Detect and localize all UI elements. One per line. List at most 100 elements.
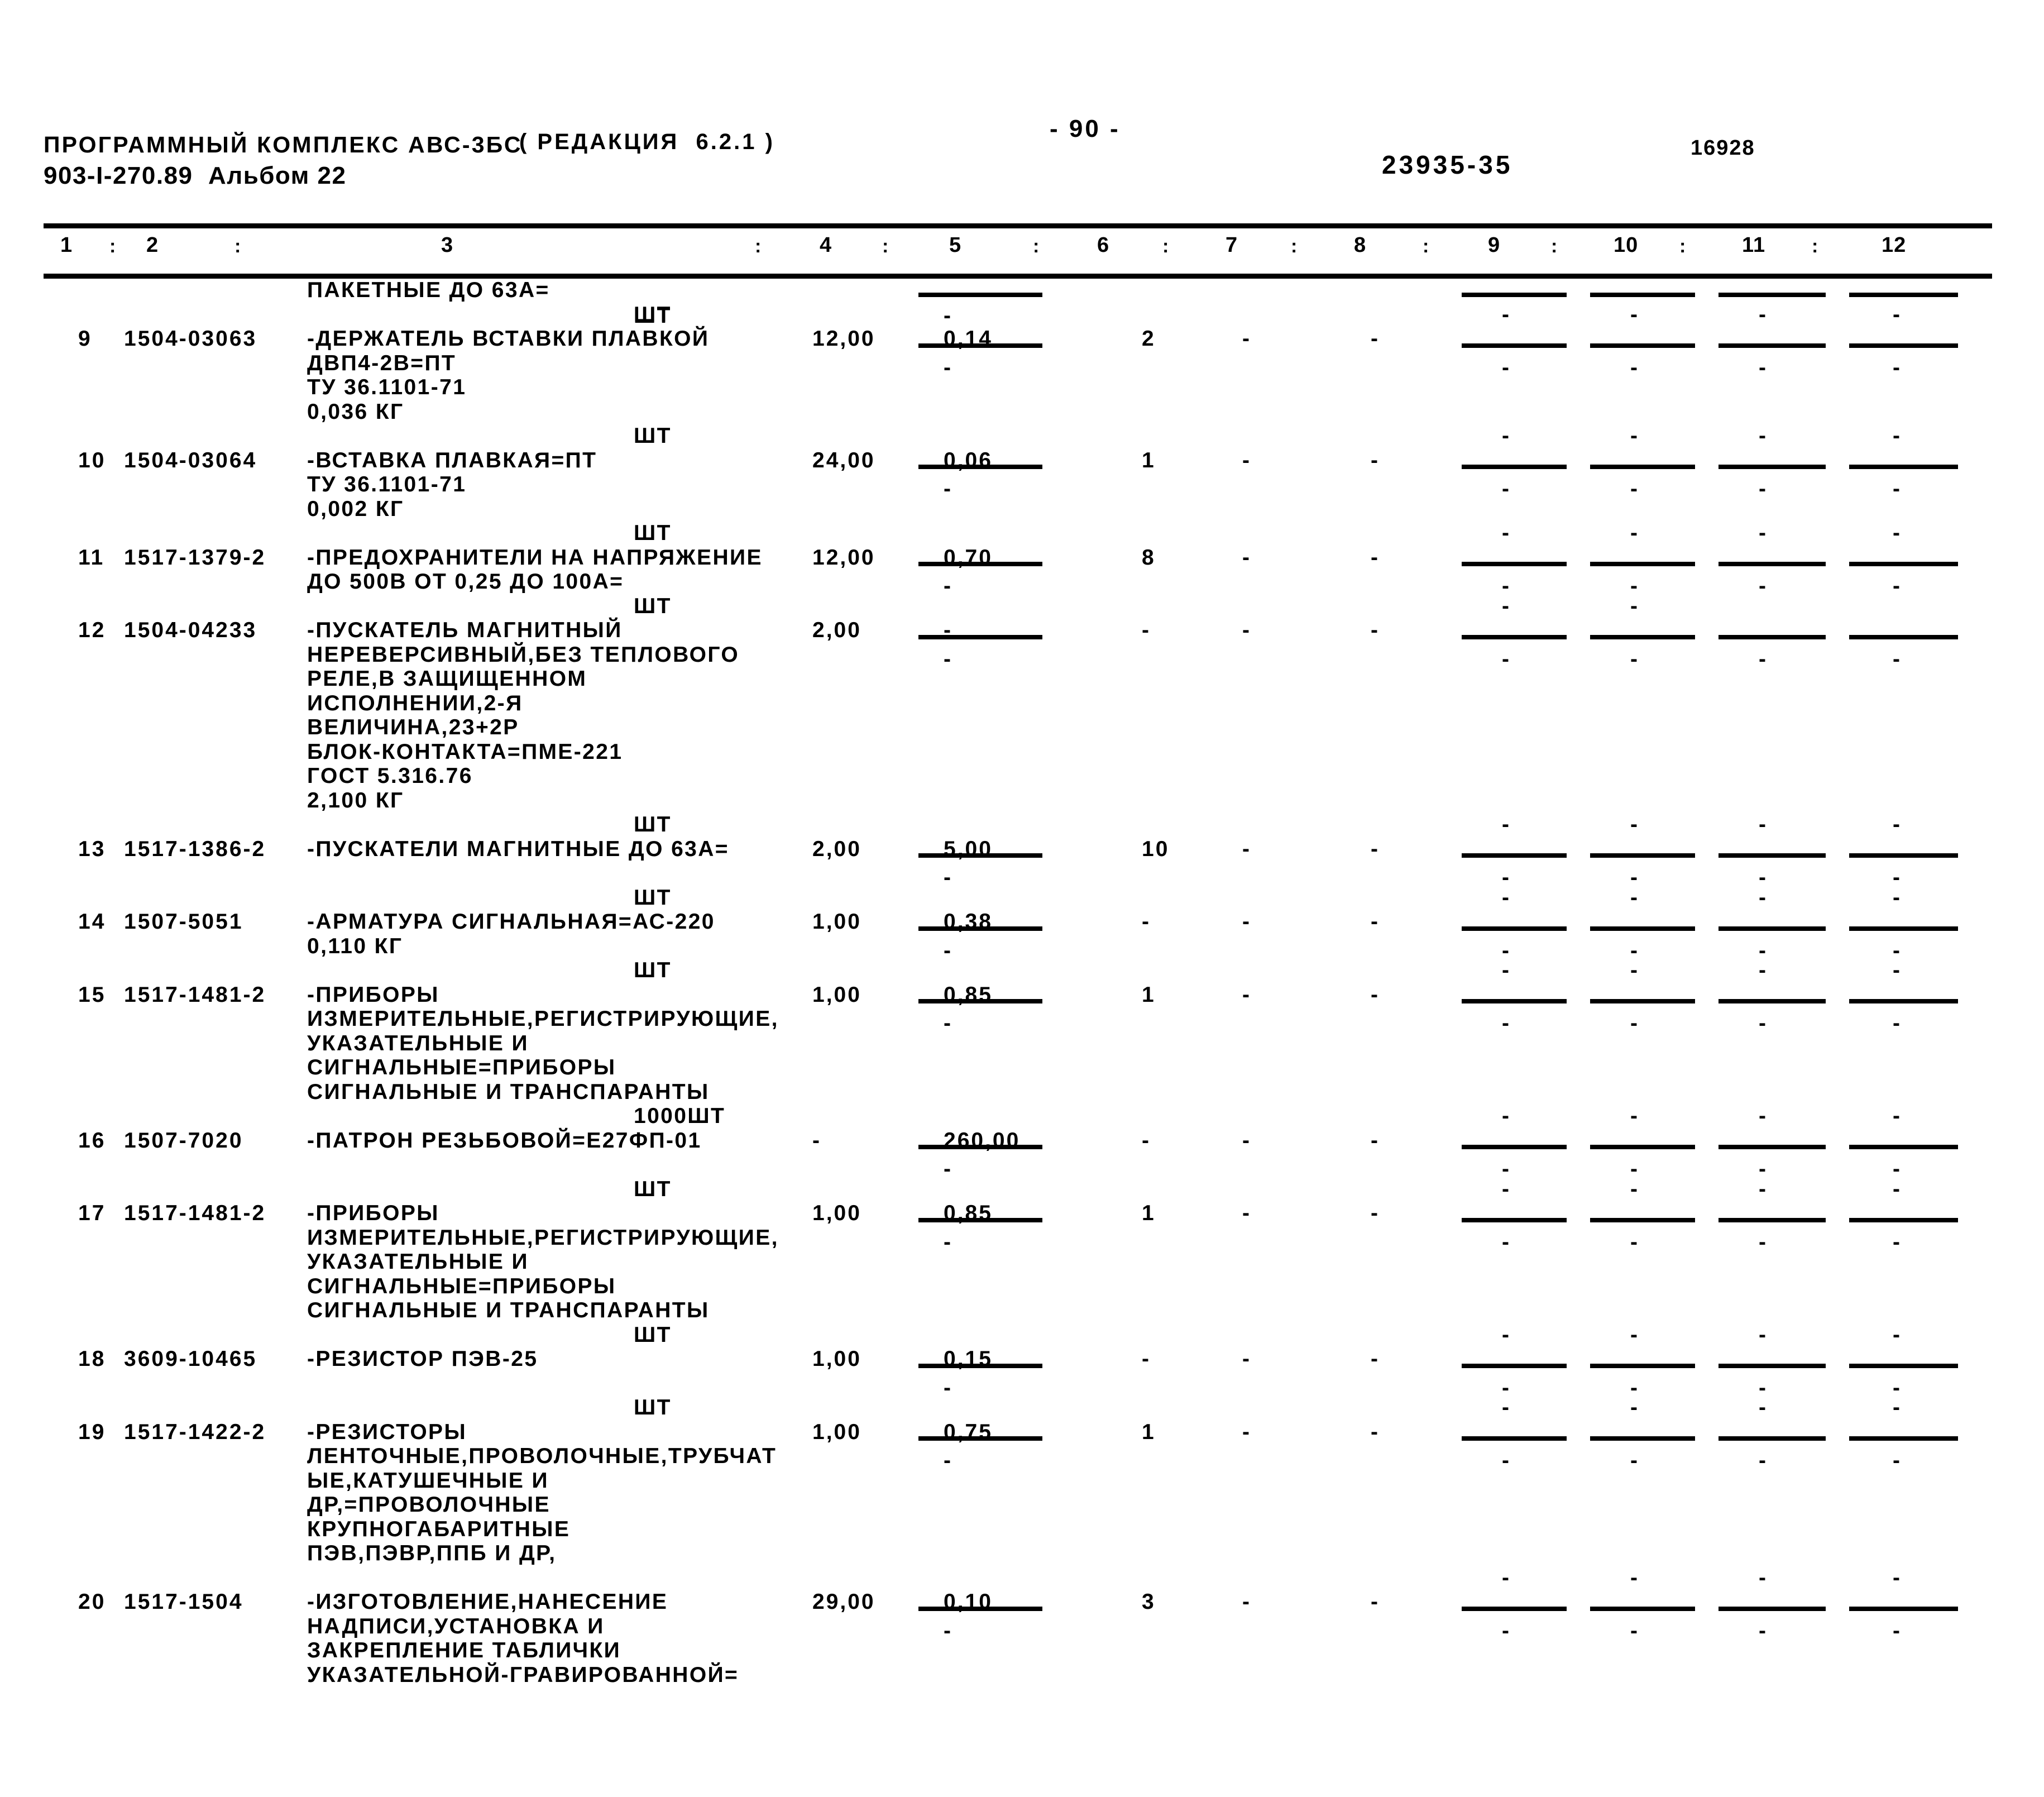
table-row-description: 0,036 КГ bbox=[307, 399, 404, 424]
row-col6-value: - bbox=[1142, 618, 1151, 642]
col12-dashrule bbox=[1849, 1145, 1958, 1149]
col10-dash: - bbox=[1630, 355, 1639, 380]
row-col6-value: - bbox=[1142, 910, 1151, 934]
col12-dashrule bbox=[1849, 853, 1958, 858]
row-unit: ШТ bbox=[634, 302, 672, 327]
table-row-description: НЕРЕВЕРСИВНЫЙ,БЕЗ ТЕПЛОВОГО bbox=[307, 642, 740, 667]
col5-dashrule bbox=[918, 634, 1042, 639]
table-row-description: -ПРЕДОХРАНИТЕЛИ НА НАПРЯЖЕНИЕ bbox=[307, 545, 763, 570]
col11-dashrule bbox=[1719, 343, 1826, 348]
column-separator: : bbox=[1423, 236, 1429, 257]
table-row-description: УКАЗАТЕЛЬНЫЕ И bbox=[307, 1031, 529, 1055]
document-code: 903-I-270.89 Альбом 22 bbox=[44, 162, 347, 189]
row-code: 1517-1504 bbox=[124, 1590, 243, 1614]
row-col11-value: - bbox=[1759, 885, 1768, 910]
table-row-description: ДО 500В ОТ 0,25 ДО 100А= bbox=[307, 570, 624, 594]
row-code: 3609-10465 bbox=[124, 1347, 257, 1371]
table-row-description: БЛОК-КОНТАКТА=ПМЕ-221 bbox=[307, 739, 623, 764]
row-position: 17 bbox=[78, 1201, 106, 1225]
row-col10-value: - bbox=[1630, 521, 1639, 545]
column-separator: : bbox=[1679, 236, 1686, 257]
row-col10-value: - bbox=[1630, 424, 1639, 448]
row-col10-value: - bbox=[1630, 1565, 1639, 1590]
table-row-description: УКАЗАТЕЛЬНОЙ-ГРАВИРОВАННОЙ= bbox=[307, 1662, 739, 1687]
col11-dashrule bbox=[1719, 293, 1826, 297]
document-id: 16928 bbox=[1691, 136, 1755, 160]
col12-dash: - bbox=[1893, 355, 1902, 380]
row-col11-value: - bbox=[1759, 1104, 1768, 1128]
row-col9-value: - bbox=[1502, 885, 1511, 910]
page-header: ПРОГРАММНЫЙ КОМПЛЕКС АВС-3БС 903-I-270.8… bbox=[0, 0, 2044, 212]
row-position: 12 bbox=[78, 618, 106, 642]
row-position: 15 bbox=[78, 982, 106, 1007]
row-col11-value: - bbox=[1759, 424, 1768, 448]
table-row-description: -РЕЗИСТОРЫ bbox=[307, 1420, 467, 1444]
table-row-description: СИГНАЛЬНЫЕ=ПРИБОРЫ bbox=[307, 1055, 616, 1079]
table-row-description: ИЗМЕРИТЕЛЬНЫЕ,РЕГИСТРИРУЮЩИЕ, bbox=[307, 1225, 779, 1250]
row-unit: ШТ bbox=[634, 885, 672, 910]
col9-dash: - bbox=[1502, 1449, 1511, 1473]
table-row-description: ГОСТ 5.316.76 bbox=[307, 764, 473, 788]
row-col10-value: - bbox=[1630, 302, 1639, 327]
row-code: 1504-03063 bbox=[124, 327, 257, 351]
column-header-2: 2 bbox=[146, 233, 159, 257]
table-row-description: -ПУСКАТЕЛЬ МАГНИТНЫЙ bbox=[307, 618, 623, 642]
col11-dashrule bbox=[1719, 634, 1826, 639]
row-col7-value: - bbox=[1242, 910, 1251, 934]
col5-dash: - bbox=[944, 1449, 952, 1473]
row-position: 19 bbox=[78, 1420, 106, 1444]
table-row-description: ИСПОЛНЕНИИ,2-Я bbox=[307, 691, 523, 715]
table-row-description: -АРМАТУРА СИГНАЛЬНАЯ=АС-220 bbox=[307, 910, 715, 934]
col9-dashrule bbox=[1462, 1217, 1567, 1222]
row-code: 1504-04233 bbox=[124, 618, 257, 642]
col9-dashrule bbox=[1462, 1363, 1567, 1368]
row-col7-value: - bbox=[1242, 618, 1251, 642]
row-col12-value: - bbox=[1893, 302, 1902, 327]
col12-dashrule bbox=[1849, 999, 1958, 1003]
row-col12-value: - bbox=[1893, 1104, 1902, 1128]
table-row-description: -ПАТРОН РЕЗЬБОВОЙ=Е27ФП-01 bbox=[307, 1128, 702, 1153]
row-col6-value: 2 bbox=[1142, 327, 1156, 351]
col9-dash: - bbox=[1502, 1618, 1511, 1643]
col11-dashrule bbox=[1719, 999, 1826, 1003]
row-unit: ШТ bbox=[634, 1322, 672, 1347]
row-col9-value: - bbox=[1502, 424, 1511, 448]
col12-dashrule bbox=[1849, 1217, 1958, 1222]
row-col7-value: - bbox=[1242, 1590, 1251, 1614]
row-unit: 1000ШТ bbox=[634, 1104, 726, 1128]
row-col7-value: - bbox=[1242, 982, 1251, 1007]
row-col4-quantity: 1,00 bbox=[812, 1201, 861, 1225]
table-row-description: ПАКЕТНЫЕ ДО 63А= bbox=[307, 278, 550, 302]
col5-dash: - bbox=[944, 1157, 952, 1181]
col10-dash: - bbox=[1630, 1011, 1639, 1035]
col5-dashrule bbox=[918, 853, 1042, 858]
col11-dash: - bbox=[1759, 355, 1768, 380]
row-col11-value: - bbox=[1759, 1322, 1768, 1347]
row-col8-value: - bbox=[1371, 1128, 1380, 1153]
row-col7-value: - bbox=[1242, 448, 1251, 472]
table-row-description: -ПРИБОРЫ bbox=[307, 982, 439, 1007]
col11-dash: - bbox=[1759, 1230, 1768, 1254]
row-col10-value: - bbox=[1630, 885, 1639, 910]
table-row-description: КРУПНОГАБАРИТНЫЕ bbox=[307, 1517, 571, 1541]
row-col4-quantity: 2,00 bbox=[812, 618, 861, 642]
table-row-description: ИЗМЕРИТЕЛЬНЫЕ,РЕГИСТРИРУЮЩИЕ, bbox=[307, 1007, 779, 1031]
col12-dash: - bbox=[1893, 1449, 1902, 1473]
column-header-10: 10 bbox=[1614, 233, 1639, 257]
row-col7-value: - bbox=[1242, 1420, 1251, 1444]
row-col10-value: - bbox=[1630, 1104, 1639, 1128]
row-col12-value: - bbox=[1893, 521, 1902, 545]
table-row-description: СИГНАЛЬНЫЕ И ТРАНСПАРАНТЫ bbox=[307, 1079, 710, 1104]
row-col7-value: - bbox=[1242, 1128, 1251, 1153]
col11-dash: - bbox=[1759, 647, 1768, 671]
col5-dash: - bbox=[944, 1230, 952, 1254]
col9-dash: - bbox=[1502, 1011, 1511, 1035]
column-header-9: 9 bbox=[1488, 233, 1501, 257]
col5-dash: - bbox=[944, 574, 952, 598]
row-position: 10 bbox=[78, 448, 106, 472]
row-position: 11 bbox=[78, 545, 105, 570]
row-col8-value: - bbox=[1371, 910, 1380, 934]
col12-dashrule bbox=[1849, 634, 1958, 639]
column-header-8: 8 bbox=[1354, 233, 1367, 257]
row-col4-quantity: 12,00 bbox=[812, 545, 875, 570]
